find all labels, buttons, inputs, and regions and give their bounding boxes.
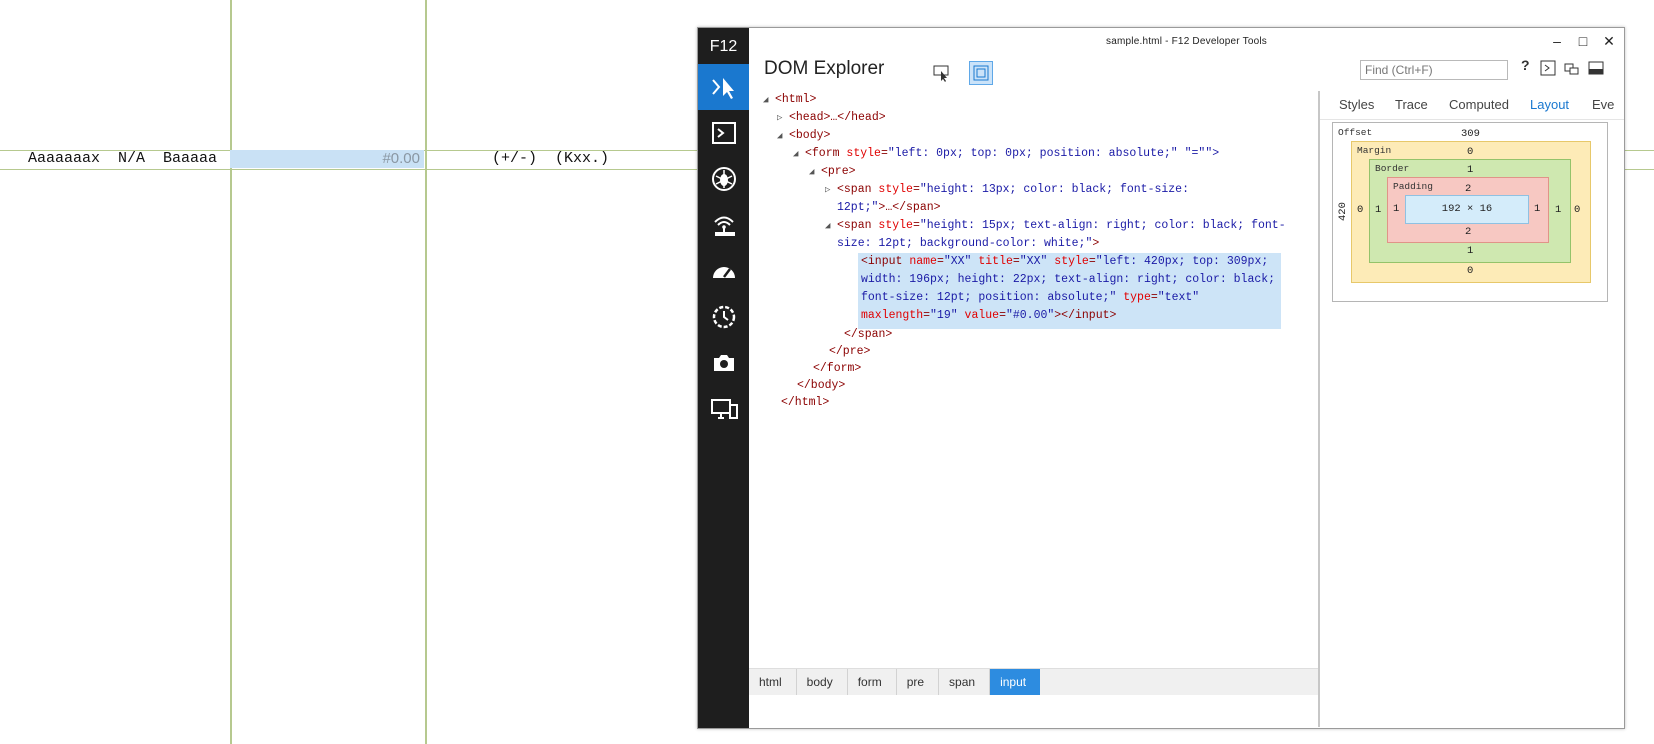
padding-box: Padding 2 1 2 1 192 × 16	[1387, 177, 1549, 243]
breadcrumb: html body form pre span input	[749, 668, 1318, 695]
emulation-icon[interactable]	[698, 340, 749, 386]
breadcrumb-item-body[interactable]: body	[797, 669, 848, 695]
collapse-icon: ▷	[825, 185, 831, 195]
border-bottom-value[interactable]: 1	[1467, 245, 1473, 257]
expand-icon: ◢	[809, 167, 815, 177]
expand-icon: ◢	[793, 149, 799, 159]
margin-top-value[interactable]: 0	[1467, 146, 1473, 158]
highlight-elements-button[interactable]	[969, 61, 993, 85]
breadcrumb-item-span[interactable]: span	[939, 669, 991, 695]
title-bar: sample.html - F12 Developer Tools – □ ✕	[749, 28, 1624, 56]
border-label: Border	[1375, 163, 1410, 174]
tree-node-span-cont: size: 12pt; background-color: white;">	[837, 237, 1100, 250]
margin-box: Margin 0 0 0 0 Border 1 1 1 1 Padding 2 …	[1351, 141, 1591, 283]
border-top-value[interactable]: 1	[1467, 164, 1473, 176]
debugger-icon[interactable]	[698, 156, 749, 202]
margin-left-value[interactable]: 0	[1357, 204, 1363, 216]
f12-logo: F12	[709, 38, 738, 55]
tree-node-body[interactable]: ◢ <body>	[777, 127, 830, 145]
offset-top-value[interactable]: 309	[1461, 128, 1480, 140]
border-left-value[interactable]: 1	[1375, 204, 1381, 216]
breadcrumb-item-html[interactable]: html	[749, 669, 797, 695]
console-icon[interactable]	[698, 110, 749, 156]
breadcrumb-item-form[interactable]: form	[848, 669, 897, 695]
dom-tree[interactable]: ◢ <html> ▷ <head>…</head> ◢ <body> ◢ <form s…	[749, 91, 1316, 691]
devtools-window: F12 sample.html - F12 Developer Tools – …	[697, 27, 1625, 729]
tree-node-input-cont: font-size: 12pt; position: absolute;" ty…	[861, 291, 1200, 304]
tab-events[interactable]: Eve	[1592, 97, 1614, 112]
row-label: Aaaaaaax N/A Baaaaa	[28, 150, 218, 167]
undock-icon[interactable]	[1564, 60, 1580, 76]
dock-bottom-icon[interactable]	[1588, 60, 1604, 76]
padding-bottom-value[interactable]: 2	[1465, 226, 1471, 238]
amount-input[interactable]: #0.00	[230, 150, 424, 168]
tab-computed[interactable]: Computed	[1449, 97, 1509, 112]
tab-styles[interactable]: Styles	[1339, 97, 1374, 112]
expand-icon: ◢	[763, 95, 769, 105]
grid-line	[230, 0, 232, 744]
tree-node-span-collapsed[interactable]: ▷ <span style="height: 13px; color: black…	[825, 181, 1189, 199]
tree-node-html-close: </html>	[781, 396, 830, 409]
box-model: Offset 309 420 Margin 0 0 0 0 Border 1 1…	[1332, 122, 1608, 302]
side-tabs: Styles Trace Computed Layout Eve	[1320, 91, 1624, 120]
help-icon[interactable]: ?	[1521, 57, 1530, 73]
margin-right-value[interactable]: 0	[1574, 204, 1580, 216]
border-box: Border 1 1 1 1 Padding 2 1 2 1 192 × 16	[1369, 159, 1571, 263]
padding-label: Padding	[1393, 181, 1433, 192]
expand-icon: ◢	[777, 131, 783, 141]
grid-line	[425, 0, 427, 744]
network-icon[interactable]	[698, 202, 749, 248]
padding-right-value[interactable]: 1	[1534, 203, 1540, 215]
border-right-value[interactable]: 1	[1555, 204, 1561, 216]
offset-label: Offset	[1338, 127, 1373, 138]
maximize-button[interactable]: □	[1572, 31, 1594, 51]
tree-node-input[interactable]: <input name="XX" title="XX" style="left:…	[861, 253, 1268, 271]
tool-title: DOM Explorer	[764, 58, 885, 79]
padding-left-value[interactable]: 1	[1393, 203, 1399, 215]
collapse-icon: ▷	[777, 113, 783, 123]
margin-label: Margin	[1357, 145, 1392, 156]
console-toggle-icon[interactable]	[1540, 60, 1556, 76]
tree-node-head[interactable]: ▷ <head>…</head>	[777, 109, 886, 127]
close-button[interactable]: ✕	[1598, 31, 1620, 51]
padding-top-value[interactable]: 2	[1465, 183, 1471, 195]
margin-bottom-value[interactable]: 0	[1467, 265, 1473, 277]
tree-node-span-collapsed-cont: 12pt;">…</span>	[837, 201, 941, 214]
tree-node-span[interactable]: ◢ <span style="height: 15px; text-align: …	[825, 217, 1286, 235]
minimize-button[interactable]: –	[1546, 31, 1568, 51]
devtools-rail: F12	[698, 28, 749, 728]
tree-node-input-cont: width: 196px; height: 22px; text-align: …	[861, 273, 1276, 286]
tree-node-html[interactable]: ◢ <html>	[763, 91, 816, 109]
tree-node-body-close: </body>	[797, 379, 846, 392]
performance-icon[interactable]	[698, 248, 749, 294]
expand-icon: ◢	[825, 221, 831, 231]
offset-left-value[interactable]: 420	[1337, 202, 1349, 221]
memory-icon[interactable]	[698, 294, 749, 340]
display-icon[interactable]	[698, 386, 749, 432]
row-unit-label: (+/-) (Kxx.)	[492, 150, 610, 167]
tree-node-input-cont: maxlength="19" value="#0.00"></input>	[861, 309, 1117, 322]
breadcrumb-item-pre[interactable]: pre	[897, 669, 940, 695]
highlight-elements-icon	[973, 65, 989, 81]
breadcrumb-item-input[interactable]: input	[990, 669, 1041, 695]
tree-node-form[interactable]: ◢ <form style="left: 0px; top: 0px; posit…	[793, 145, 1219, 163]
dom-explorer-icon[interactable]	[698, 64, 749, 110]
tree-node-form-close: </form>	[813, 362, 862, 375]
tree-node-span-close: </span>	[844, 328, 893, 341]
select-element-button[interactable]	[930, 61, 954, 85]
window-title: sample.html - F12 Developer Tools	[1106, 36, 1267, 47]
tree-node-pre[interactable]: ◢ <pre>	[809, 163, 856, 181]
tab-trace[interactable]: Trace	[1395, 97, 1428, 112]
tree-node-pre-close: </pre>	[829, 345, 871, 358]
content-size[interactable]: 192 × 16	[1405, 195, 1529, 224]
select-element-icon	[933, 65, 949, 82]
find-input[interactable]: Find (Ctrl+F)	[1360, 60, 1508, 80]
tab-layout[interactable]: Layout	[1530, 97, 1569, 112]
pane-splitter[interactable]	[1318, 91, 1320, 727]
